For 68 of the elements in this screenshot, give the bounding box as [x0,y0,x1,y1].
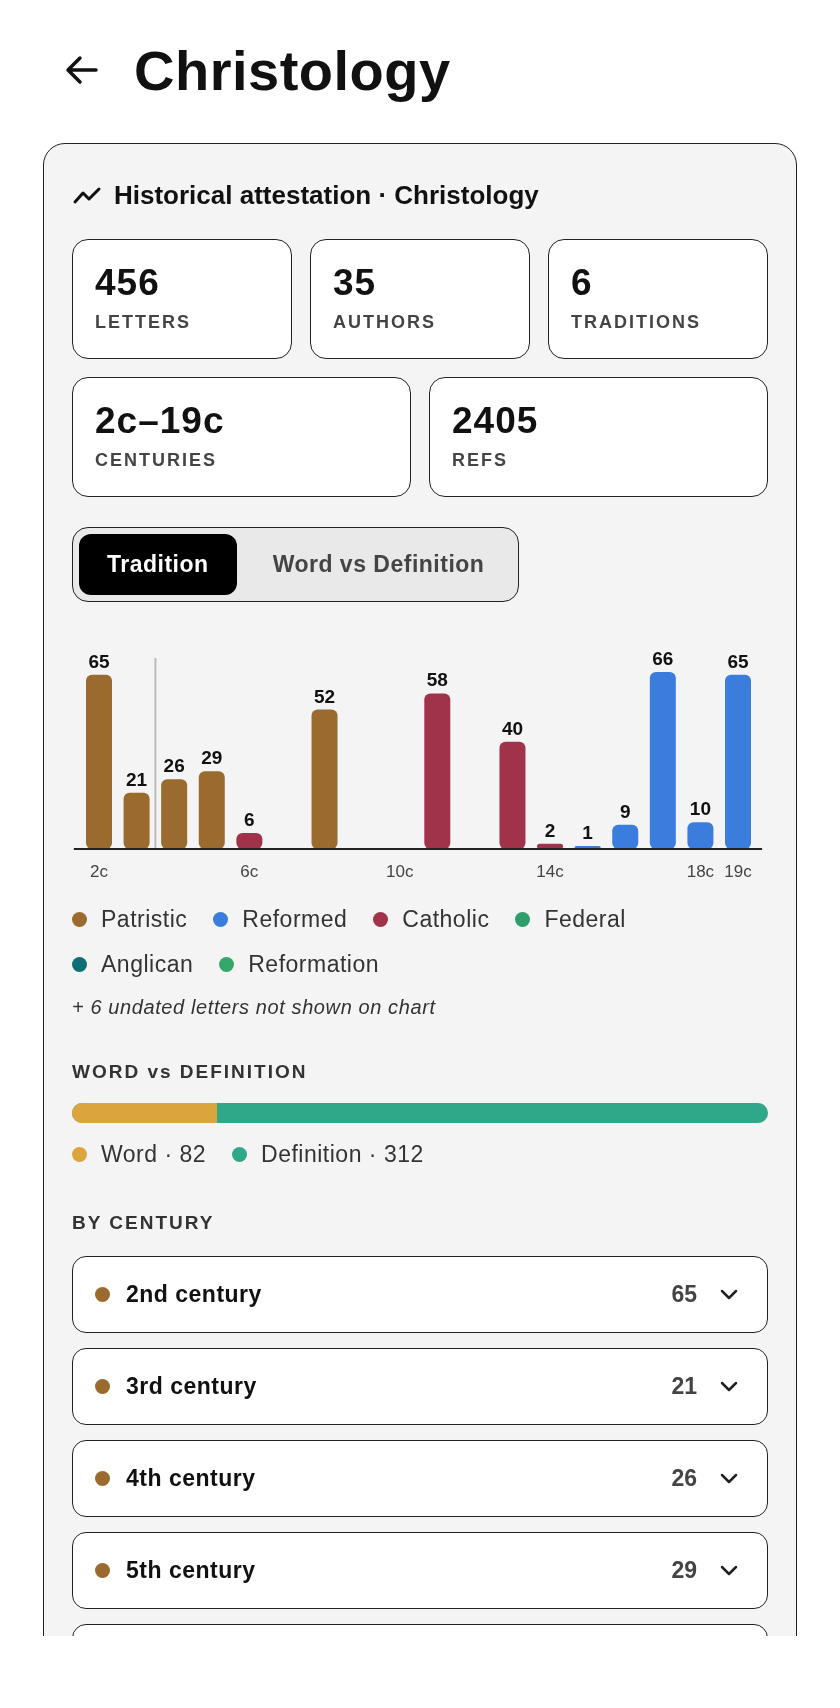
stat-label: CENTURIES [95,450,218,471]
stat-value: 456 [95,262,161,304]
legend-label: Word · 82 [101,1141,207,1168]
century-row[interactable]: 2nd century 65 [72,1256,768,1333]
page-title: Christology [134,37,451,103]
bar [687,822,714,849]
section-heading: WORD vs DEFINITION [72,1061,309,1083]
legend-label: Definition · 312 [261,1141,424,1168]
century-label: 5th century [126,1557,257,1584]
legend-label: Patristic [101,906,188,933]
century-count: 26 [671,1465,697,1492]
bar-value: 58 [426,669,448,691]
axis-label: 19c [724,862,752,881]
bar-value: 10 [689,798,711,820]
chevron-down-icon [719,1379,739,1394]
tab[interactable]: Tradition [79,534,237,595]
bar-value: 2 [544,819,556,841]
bar-value: 26 [163,755,185,777]
century-label: 3rd century [126,1373,258,1400]
chevron-down-icon [719,1563,739,1578]
axis-label: 18c [686,862,715,881]
bar-value: 29 [201,747,223,769]
century-count: 21 [671,1373,697,1400]
axis-label: 2c [90,862,108,881]
bar-value: 66 [652,648,674,669]
stat-value: 6 [571,262,594,304]
bar-value: 40 [501,717,524,739]
bar [123,792,150,849]
century-row[interactable]: 3rd century 21 [72,1348,768,1425]
note-text: + 6 undated letters not shown on chart [72,996,437,1019]
stat-label: TRADITIONS [571,312,702,333]
bar [161,779,188,849]
legend-label: Federal [544,906,626,933]
bar-value: 6 [244,808,255,830]
bar-value: 65 [727,650,749,672]
bar [612,824,639,849]
stat-label: REFS [452,450,509,471]
century-row[interactable]: 4th century 26 [72,1440,768,1517]
axis-label: 14c [536,862,564,881]
bar-value: 21 [126,768,148,790]
bar-value: 9 [619,800,631,822]
bar-value: 52 [313,685,336,707]
axis-label: 6c [240,862,259,881]
century-row[interactable]: 5th century 29 [72,1532,768,1609]
legend-label: Catholic [402,906,490,933]
century-label: 4th century [126,1465,257,1492]
stat-label: LETTERS [95,312,192,333]
stat-value: 35 [333,262,378,304]
bar-value: 65 [88,650,110,672]
chevron-down-icon [719,1287,739,1302]
century-count: 29 [671,1557,697,1584]
century-count: 65 [671,1281,697,1308]
bar [537,843,564,849]
tab[interactable]: Word vs Definition [244,534,513,595]
legend-label: Reformation [248,951,379,978]
stat-label: AUTHORS [333,312,437,333]
chevron-down-icon [719,1471,739,1486]
section-heading: BY CENTURY [72,1212,216,1234]
stat-value: 2405 [452,400,540,442]
century-label: 2nd century [126,1281,263,1308]
bar-value: 1 [582,822,593,843]
legend-label: Anglican [101,951,194,978]
stat-value: 2c–19c [95,400,226,442]
card-title: Historical attestation · Christology [114,180,539,211]
trend-line-icon [72,185,102,206]
bar [574,846,601,849]
legend-label: Reformed [242,906,348,933]
axis-label: 10c [386,862,414,881]
